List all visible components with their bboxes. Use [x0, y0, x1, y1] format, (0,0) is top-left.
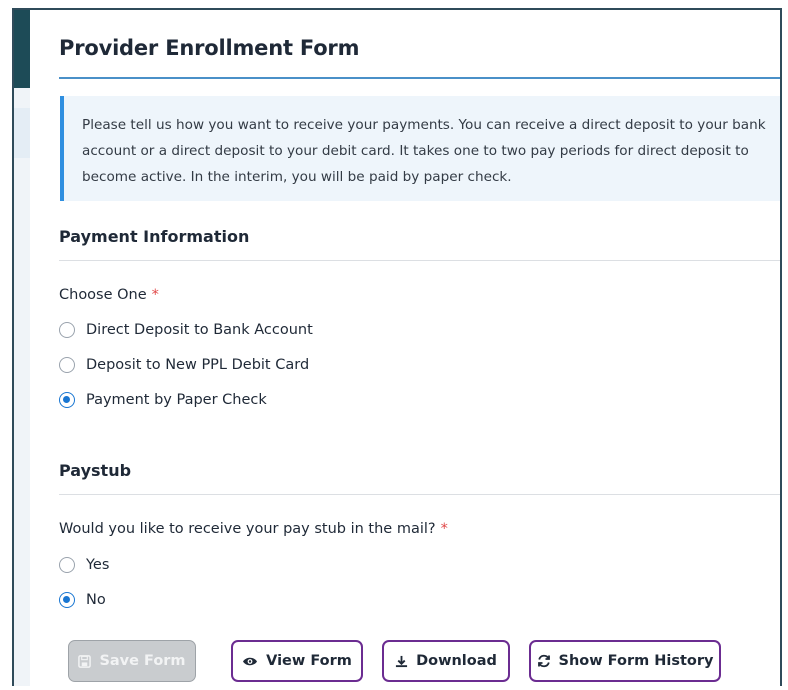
required-marker: *: [440, 521, 448, 537]
radio-label-no: No: [86, 592, 106, 608]
radio-button-paper-check[interactable]: [59, 392, 75, 408]
section-divider-paystub: [59, 494, 780, 495]
radio-button-yes[interactable]: [59, 557, 75, 573]
radio-button-no[interactable]: [59, 592, 75, 608]
info-callout: Please tell us how you want to receive y…: [60, 96, 780, 201]
radio-option-debit-card[interactable]: Deposit to New PPL Debit Card: [59, 354, 309, 376]
radio-label-debit-card: Deposit to New PPL Debit Card: [86, 357, 310, 373]
radio-option-yes[interactable]: Yes: [59, 554, 109, 576]
download-icon: [395, 655, 408, 668]
save-form-button[interactable]: Save Form: [68, 640, 196, 682]
download-label: Download: [416, 653, 497, 669]
form-frame: Provider Enrollment Form Please tell us …: [12, 8, 782, 686]
section-title-payment: Payment Information: [59, 227, 250, 246]
paystub-question-label: Would you like to receive your pay stub …: [59, 521, 448, 537]
side-accent-bar: [14, 10, 30, 88]
floppy-disk-icon: [78, 654, 92, 668]
refresh-icon: [537, 654, 551, 668]
save-form-label: Save Form: [99, 653, 186, 669]
side-panel-highlight: [14, 108, 30, 158]
radio-option-paper-check[interactable]: Payment by Paper Check: [59, 389, 267, 411]
section-title-paystub: Paystub: [59, 461, 132, 480]
radio-label-bank-account: Direct Deposit to Bank Account: [86, 322, 313, 338]
radio-label-paper-check: Payment by Paper Check: [86, 392, 267, 408]
radio-button-bank-account[interactable]: [59, 322, 75, 338]
title-divider: [59, 77, 780, 79]
radio-option-bank-account[interactable]: Direct Deposit to Bank Account: [59, 319, 313, 341]
show-form-history-label: Show Form History: [558, 653, 714, 669]
view-form-label: View Form: [266, 653, 352, 669]
radio-option-no[interactable]: No: [59, 589, 106, 611]
paystub-question-text: Would you like to receive your pay stub …: [59, 521, 436, 537]
page-title: Provider Enrollment Form: [59, 36, 360, 60]
section-divider-payment: [59, 260, 780, 261]
download-button[interactable]: Download: [382, 640, 510, 682]
eye-icon: [242, 656, 258, 667]
radio-button-debit-card[interactable]: [59, 357, 75, 373]
side-panel: [14, 88, 30, 686]
show-form-history-button[interactable]: Show Form History: [529, 640, 721, 682]
payment-question-label: Choose One *: [59, 287, 159, 303]
radio-label-yes: Yes: [86, 557, 110, 573]
view-form-button[interactable]: View Form: [231, 640, 363, 682]
payment-question-text: Choose One: [59, 287, 147, 303]
required-marker: *: [151, 287, 159, 303]
